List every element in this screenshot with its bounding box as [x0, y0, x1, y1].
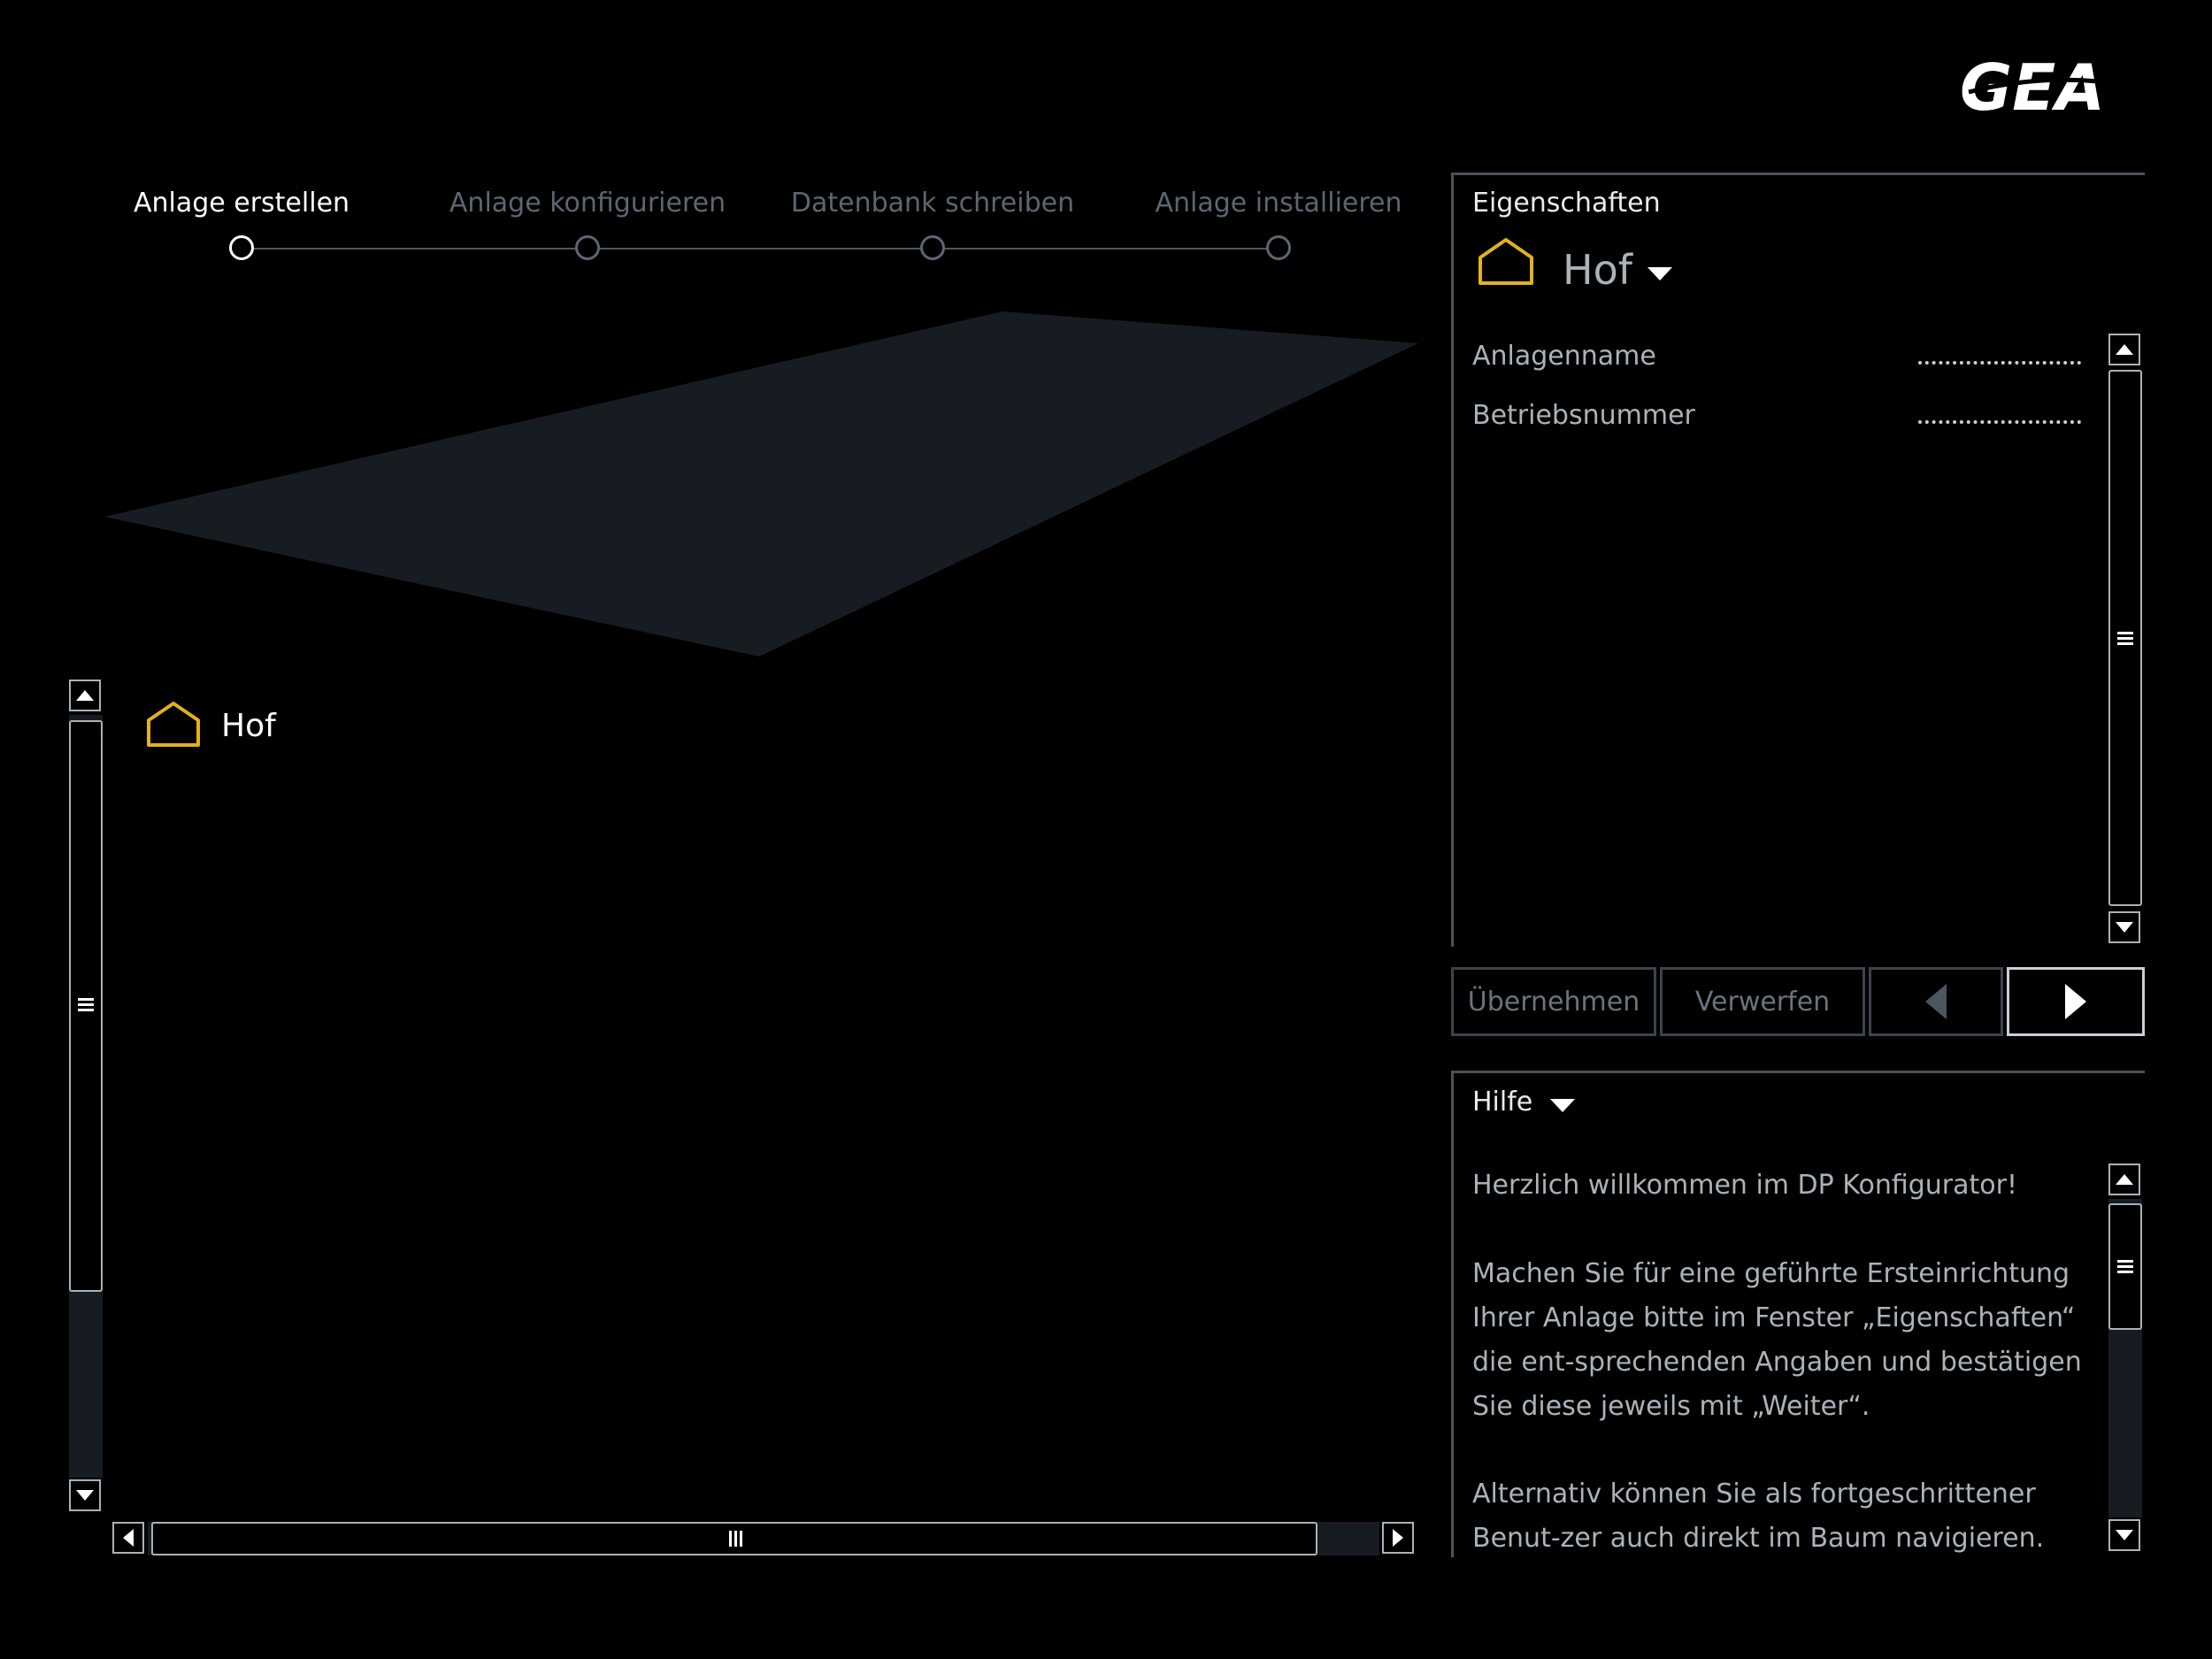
gea-logo: GEA	[1960, 51, 2138, 122]
step-create-dot[interactable]	[229, 235, 254, 260]
arrow-right-icon	[2065, 984, 2086, 1019]
help-paragraph: Alternativ können Sie als fortgeschritte…	[1472, 1479, 2045, 1554]
step-create-label[interactable]: Anlage erstellen	[134, 188, 349, 219]
field-anlagenname-label: Anlagenname	[1472, 341, 1656, 372]
help-scroll-up-button[interactable]	[2108, 1164, 2140, 1195]
help-scroll-thumb[interactable]	[2108, 1203, 2142, 1330]
arrow-down-icon	[76, 1490, 94, 1501]
arrow-up-icon	[2116, 344, 2133, 355]
tree-scroll-down-button[interactable]	[69, 1479, 101, 1511]
step-database-label[interactable]: Datenbank schreiben	[791, 188, 1074, 219]
help-title[interactable]: Hilfe	[1472, 1087, 1532, 1118]
step-configure-label[interactable]: Anlage konfigurieren	[449, 188, 726, 219]
help-scroll-down-button[interactable]	[2108, 1519, 2140, 1551]
home-icon	[1479, 238, 1533, 285]
field-anlagenname-input[interactable]	[1918, 357, 2081, 365]
tree-scroll-up-button[interactable]	[69, 680, 101, 711]
grip-icon	[729, 1531, 742, 1547]
arrow-left-icon	[123, 1529, 134, 1547]
grip-icon	[78, 998, 94, 1011]
field-betriebsnummer-label: Betriebsnummer	[1472, 400, 1695, 431]
help-paragraph: Machen Sie für eine geführte Ersteinrich…	[1472, 1258, 2082, 1422]
properties-title: Eigenschaften	[1472, 188, 1661, 219]
help-paragraph: Herzlich willkommen im DP Konfigurator!	[1472, 1170, 2017, 1201]
discard-button[interactable]: Verwerfen	[1660, 967, 1865, 1036]
props-scroll-thumb[interactable]	[2108, 370, 2142, 906]
svg-text:GEA: GEA	[1960, 51, 2105, 122]
arrow-right-icon	[1393, 1529, 1403, 1547]
grip-icon	[2117, 632, 2133, 645]
field-betriebsnummer-input[interactable]	[1918, 417, 2081, 424]
arrow-left-icon	[1925, 984, 1947, 1019]
grip-icon	[2117, 1260, 2133, 1273]
tree-scroll-thumb[interactable]	[69, 720, 103, 1292]
tree-scroll-right-button[interactable]	[1382, 1522, 1414, 1554]
tree-hscroll-thumb[interactable]	[151, 1522, 1317, 1555]
stepper-line	[242, 248, 1279, 250]
next-button[interactable]	[2007, 967, 2145, 1036]
step-database-dot[interactable]	[920, 235, 945, 260]
properties-panel	[1451, 173, 2145, 947]
arrow-down-icon	[2116, 1530, 2133, 1540]
home-icon[interactable]	[146, 701, 201, 749]
tree-scroll-left-button[interactable]	[112, 1522, 144, 1554]
chevron-down-icon[interactable]	[1646, 265, 1674, 283]
arrow-down-icon	[2116, 922, 2133, 933]
chevron-down-icon[interactable]	[1548, 1097, 1577, 1115]
props-scroll-down-button[interactable]	[2108, 911, 2140, 943]
arrow-up-icon	[76, 690, 94, 701]
properties-object-name[interactable]: Hof	[1563, 246, 1632, 294]
arrow-up-icon	[2116, 1174, 2133, 1185]
step-install-dot[interactable]	[1266, 235, 1291, 260]
tree-item-hof[interactable]: Hof	[221, 708, 276, 744]
floor-plane	[104, 311, 1418, 657]
back-button[interactable]	[1869, 967, 2003, 1036]
step-install-label[interactable]: Anlage installieren	[1155, 188, 1402, 219]
step-configure-dot[interactable]	[575, 235, 600, 260]
props-scroll-up-button[interactable]	[2108, 334, 2140, 365]
apply-button[interactable]: Übernehmen	[1451, 967, 1656, 1036]
